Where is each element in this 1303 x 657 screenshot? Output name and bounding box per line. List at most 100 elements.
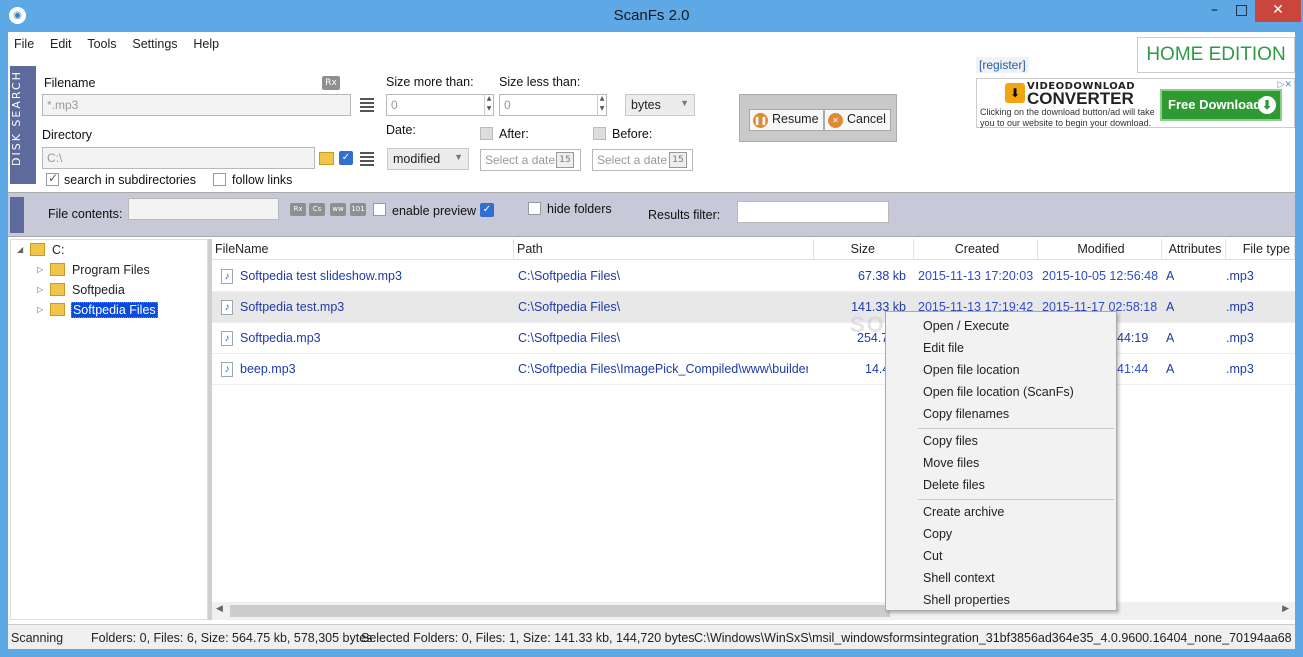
- results-grid[interactable]: FileName Path Size Created Modified Attr…: [212, 239, 1295, 620]
- table-row[interactable]: ♪ Softpedia.mp3 C:\Softpedia Files\ 254.…: [212, 323, 1295, 354]
- ctx-cut[interactable]: Cut: [923, 549, 942, 563]
- status-state: Scanning: [11, 631, 64, 645]
- tree-node-label: Program Files: [71, 262, 150, 277]
- ad-close-icon[interactable]: ▷✕: [1278, 80, 1292, 90]
- preview-options-icon[interactable]: ✓: [480, 203, 494, 217]
- disk-search-label: DISK SEARCH: [10, 70, 23, 166]
- expand-icon[interactable]: ▷: [37, 305, 47, 314]
- results-filter-input[interactable]: [737, 201, 889, 223]
- directory-dropdown-icon[interactable]: ✓: [339, 151, 353, 165]
- regex-toggle-contents[interactable]: Rx: [290, 203, 306, 216]
- directory-list-icon[interactable]: [360, 150, 374, 166]
- maximize-button[interactable]: □: [1228, 0, 1255, 22]
- cell-attributes: A: [1166, 300, 1175, 314]
- column-attributes[interactable]: Attributes: [1162, 239, 1226, 260]
- ctx-move-files[interactable]: Move files: [923, 456, 979, 470]
- ctx-separator: [918, 428, 1114, 429]
- follow-links-checkbox[interactable]: [213, 173, 226, 186]
- window-title: ScanFs 2.0: [613, 7, 690, 24]
- cell-path: C:\Softpedia Files\ImagePick_Compiled\ww…: [518, 362, 808, 376]
- scroll-right-icon[interactable]: ▶: [1282, 604, 1289, 614]
- folder-icon: [30, 243, 46, 257]
- size-unit-dropdown[interactable]: bytes ▼: [625, 94, 695, 116]
- expand-icon[interactable]: ▷: [37, 285, 47, 294]
- arrow-down-icon: ⬇: [1258, 96, 1276, 114]
- tree-node-root[interactable]: ◢ C:: [17, 242, 65, 261]
- column-filename[interactable]: FileName: [212, 239, 514, 260]
- register-link[interactable]: [register]: [976, 57, 1029, 73]
- file-contents-input[interactable]: [128, 198, 279, 220]
- status-bar: Scanning Folders: 0, Files: 6, Size: 564…: [8, 624, 1295, 649]
- date-type-dropdown[interactable]: modified ▼: [387, 148, 469, 170]
- search-subdirectories-checkbox[interactable]: [46, 171, 59, 186]
- ctx-open-file-location[interactable]: Open file location: [923, 363, 1020, 377]
- ctx-open-execute[interactable]: Open / Execute: [923, 319, 1009, 333]
- resume-button[interactable]: ❚❚ Resume: [749, 109, 824, 131]
- cell-filename: Softpedia test.mp3: [240, 300, 345, 314]
- status-current-path: C:\Windows\WinSxS\msil_windowsformsinteg…: [694, 631, 1292, 645]
- ctx-edit-file[interactable]: Edit file: [923, 341, 964, 355]
- size-more-input[interactable]: 0: [386, 94, 494, 116]
- ctx-shell-properties[interactable]: Shell properties: [923, 593, 1010, 607]
- whole-word-toggle[interactable]: ww: [330, 203, 346, 216]
- cell-created: 2015-11-13 17:20:03: [918, 269, 1034, 283]
- tree-node-label: Softpedia Files: [70, 301, 158, 318]
- size-less-spinner[interactable]: ▲ ▼: [597, 94, 606, 116]
- scroll-left-icon[interactable]: ◀: [216, 604, 223, 614]
- folder-tree[interactable]: ◢ C: ▷ Program Files ▷ Softpedia ▷ Softp…: [10, 239, 208, 620]
- column-modified[interactable]: Modified: [1038, 239, 1162, 260]
- scroll-thumb[interactable]: [230, 605, 890, 617]
- ctx-shell-context[interactable]: Shell context: [923, 571, 995, 585]
- case-sensitive-toggle[interactable]: Cs: [309, 203, 325, 216]
- after-checkbox[interactable]: [480, 127, 493, 140]
- before-calendar-icon[interactable]: 15: [669, 152, 687, 168]
- size-more-label: Size more than:: [386, 75, 474, 89]
- after-calendar-icon[interactable]: 15: [556, 152, 574, 168]
- cell-attributes: A: [1166, 331, 1175, 345]
- enable-preview-checkbox[interactable]: [373, 203, 386, 216]
- follow-links-label: follow links: [232, 173, 293, 187]
- tree-node-softpedia-files[interactable]: ▷ Softpedia Files: [37, 301, 158, 321]
- tree-node-program-files[interactable]: ▷ Program Files: [37, 262, 151, 281]
- horizontal-scrollbar[interactable]: ◀ ▶: [212, 602, 1295, 620]
- column-path[interactable]: Path: [514, 239, 814, 260]
- menu-tools[interactable]: Tools: [81, 34, 122, 54]
- filename-list-icon[interactable]: [360, 96, 374, 112]
- column-file-type[interactable]: File type: [1226, 239, 1295, 260]
- menu-edit[interactable]: Edit: [44, 34, 78, 54]
- column-created[interactable]: Created: [914, 239, 1038, 260]
- browse-folder-icon[interactable]: [319, 152, 334, 165]
- filename-input[interactable]: *.mp3: [42, 94, 351, 116]
- size-less-input[interactable]: 0: [499, 94, 607, 116]
- regex-toggle-filename[interactable]: Rx: [322, 76, 340, 90]
- ad-banner[interactable]: ⬇ VIDEODOWNLOAD CONVERTER Clicking on th…: [976, 78, 1295, 128]
- cell-filename: Softpedia test slideshow.mp3: [240, 269, 402, 283]
- minimize-button[interactable]: –: [1201, 0, 1228, 22]
- directory-input[interactable]: C:\: [42, 147, 315, 169]
- column-size[interactable]: Size: [814, 239, 914, 260]
- size-more-spinner[interactable]: ▲ ▼: [484, 94, 493, 116]
- status-selected: Selected Folders: 0, Files: 1, Size: 141…: [361, 631, 695, 645]
- ctx-copy-filenames[interactable]: Copy filenames: [923, 407, 1009, 421]
- collapse-icon[interactable]: ◢: [17, 245, 27, 254]
- table-row[interactable]: ♪ beep.mp3 C:\Softpedia Files\ImagePick_…: [212, 354, 1295, 385]
- ctx-open-location-scanfs[interactable]: Open file location (ScanFs): [923, 385, 1074, 399]
- menu-help[interactable]: Help: [187, 34, 225, 54]
- menu-file[interactable]: File: [8, 34, 40, 54]
- cancel-button[interactable]: ✕ Cancel: [824, 109, 891, 131]
- free-download-button[interactable]: Free Download ⬇: [1160, 89, 1282, 121]
- table-row[interactable]: ♪ Softpedia test slideshow.mp3 C:\Softpe…: [212, 261, 1295, 292]
- ctx-copy-files[interactable]: Copy files: [923, 434, 978, 448]
- binary-toggle[interactable]: 101: [350, 203, 366, 216]
- close-button[interactable]: ✕: [1255, 0, 1301, 22]
- ctx-delete-files[interactable]: Delete files: [923, 478, 985, 492]
- ctx-create-archive[interactable]: Create archive: [923, 505, 1004, 519]
- expand-icon[interactable]: ▷: [37, 265, 47, 274]
- ctx-copy[interactable]: Copy: [923, 527, 952, 541]
- before-checkbox[interactable]: [593, 127, 606, 140]
- menu-settings[interactable]: Settings: [126, 34, 183, 54]
- table-row[interactable]: ♪ Softpedia test.mp3 C:\Softpedia Files\…: [212, 292, 1295, 323]
- tree-node-softpedia[interactable]: ▷ Softpedia: [37, 282, 126, 301]
- hide-folders-checkbox[interactable]: [528, 202, 541, 215]
- ad-text: Clicking on the download button/ad will …: [980, 107, 1155, 128]
